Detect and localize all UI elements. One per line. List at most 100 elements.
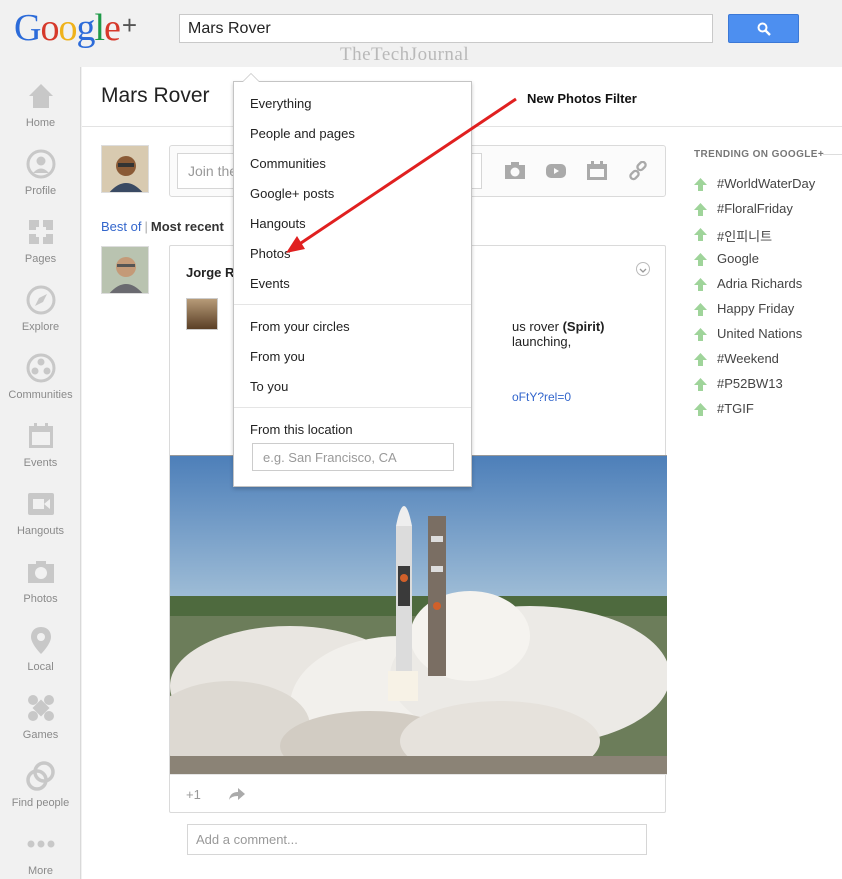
nav-pages[interactable]: Pages (0, 217, 81, 285)
filter-everything[interactable]: Everything (250, 96, 311, 111)
nav-more[interactable]: More (0, 829, 81, 879)
communities-icon (26, 353, 56, 383)
post-link[interactable]: oFtY?rel=0 (512, 390, 571, 404)
trend-label: Adria Richards (717, 276, 803, 291)
stream-filter: Best of | Most recent (101, 219, 224, 234)
top-bar: Google+ TheTechJournal (0, 0, 842, 67)
profile-icon (26, 149, 56, 179)
post-author[interactable]: Jorge R (186, 265, 234, 280)
left-nav: Home Profile Pages Explore Communities E… (0, 67, 81, 879)
video-icon[interactable] (545, 161, 567, 181)
nav-label: Communities (8, 389, 73, 401)
nav-explore[interactable]: Explore (0, 285, 81, 353)
filter-to-you[interactable]: To you (250, 379, 288, 394)
trend-up-icon (694, 303, 707, 316)
avatar-portrait (102, 146, 148, 192)
home-icon (29, 84, 53, 108)
google-plus-logo[interactable]: Google+ (14, 6, 137, 50)
nav-profile[interactable]: Profile (0, 149, 81, 217)
filter-google-plus-posts[interactable]: Google+ posts (250, 186, 334, 201)
post-menu-button[interactable] (636, 262, 650, 276)
nav-label: Games (22, 729, 59, 741)
more-dots-icon (27, 840, 55, 848)
find-people-icon (26, 761, 55, 791)
nav-local[interactable]: Local (0, 625, 81, 693)
share-arrow-icon[interactable] (228, 787, 246, 801)
trend-label: #Weekend (717, 351, 779, 366)
dropdown-divider (234, 407, 471, 408)
nav-label: Profile (24, 185, 57, 197)
trend-up-icon (694, 228, 707, 241)
nav-find-people[interactable]: Find people (0, 761, 81, 829)
trend-label: #WorldWaterDay (717, 176, 816, 191)
nav-events[interactable]: Events (0, 421, 81, 489)
filter-photos[interactable]: Photos (250, 246, 290, 261)
post-actions: +1 (170, 774, 667, 814)
dropdown-caret-inner (243, 74, 259, 82)
search-button[interactable] (728, 14, 799, 43)
link-icon[interactable] (627, 161, 649, 181)
filter-from-your-circles[interactable]: From your circles (250, 319, 350, 334)
watermark: TheTechJournal (340, 44, 470, 65)
nav-label: Local (27, 661, 54, 673)
nav-home[interactable]: Home (0, 81, 81, 149)
post-text-end: launching, (512, 334, 572, 349)
nav-label: More (27, 865, 54, 877)
nav-hangouts[interactable]: Hangouts (0, 489, 81, 557)
most-recent-link[interactable]: Most recent (151, 219, 224, 234)
page-title: Mars Rover (101, 84, 210, 107)
filter-from-this-location[interactable]: From this location (250, 422, 353, 437)
filter-hangouts[interactable]: Hangouts (250, 216, 306, 231)
nav-label: Explore (21, 321, 60, 333)
filter-separator: | (144, 219, 148, 234)
dropdown-divider (234, 304, 471, 305)
video-camera-icon (28, 493, 54, 515)
nav-label: Events (23, 457, 58, 469)
filter-people-and-pages[interactable]: People and pages (250, 126, 355, 141)
trend-up-icon (694, 353, 707, 366)
post-text-bold: (Spirit) (562, 319, 605, 334)
search-input[interactable] (179, 14, 713, 43)
nav-games[interactable]: Games (0, 693, 81, 761)
trend-up-icon (694, 203, 707, 216)
post-avatar[interactable] (101, 246, 149, 294)
search-filter-dropdown: Everything People and pages Communities … (233, 73, 472, 487)
filter-communities[interactable]: Communities (250, 156, 326, 171)
nav-label: Pages (24, 253, 57, 265)
trend-label: Google (717, 251, 759, 266)
camera-icon[interactable] (504, 161, 526, 181)
rocket-launch-image (170, 456, 667, 775)
shared-post-avatar[interactable] (186, 298, 218, 330)
pages-icon (29, 220, 53, 244)
plus-one-button[interactable]: +1 (186, 787, 201, 802)
trend-up-icon (694, 253, 707, 266)
trend-up-icon (694, 278, 707, 291)
trend-up-icon (694, 178, 707, 191)
trend-up-icon (694, 403, 707, 416)
filter-events[interactable]: Events (250, 276, 290, 291)
trend-label: Happy Friday (717, 301, 795, 316)
trend-label: United Nations (717, 326, 803, 341)
comment-input[interactable]: Add a comment... (187, 824, 647, 855)
post-text-line: us rover (Spirit) launching, (512, 319, 665, 349)
camera-icon (28, 561, 54, 583)
filter-from-you[interactable]: From you (250, 349, 305, 364)
nav-photos[interactable]: Photos (0, 557, 81, 625)
trend-label: #TGIF (717, 401, 754, 416)
location-input[interactable]: e.g. San Francisco, CA (252, 443, 454, 471)
chevron-down-icon (639, 268, 647, 273)
rocket-launch-photo[interactable] (170, 455, 667, 775)
nav-label: Hangouts (16, 525, 65, 537)
calendar-icon (29, 423, 53, 448)
avatar[interactable] (101, 145, 149, 193)
trend-label: #P52BW13 (717, 376, 783, 391)
nav-label: Home (25, 117, 56, 129)
nav-communities[interactable]: Communities (0, 353, 81, 421)
compass-icon (26, 285, 56, 315)
games-icon (28, 695, 54, 721)
trend-label: #인피니트 (717, 229, 773, 244)
best-of-link[interactable]: Best of (101, 219, 141, 234)
event-icon[interactable] (586, 161, 608, 181)
post-text: us rover (512, 319, 559, 334)
trending-heading: TRENDING ON GOOGLE+ (694, 149, 825, 160)
